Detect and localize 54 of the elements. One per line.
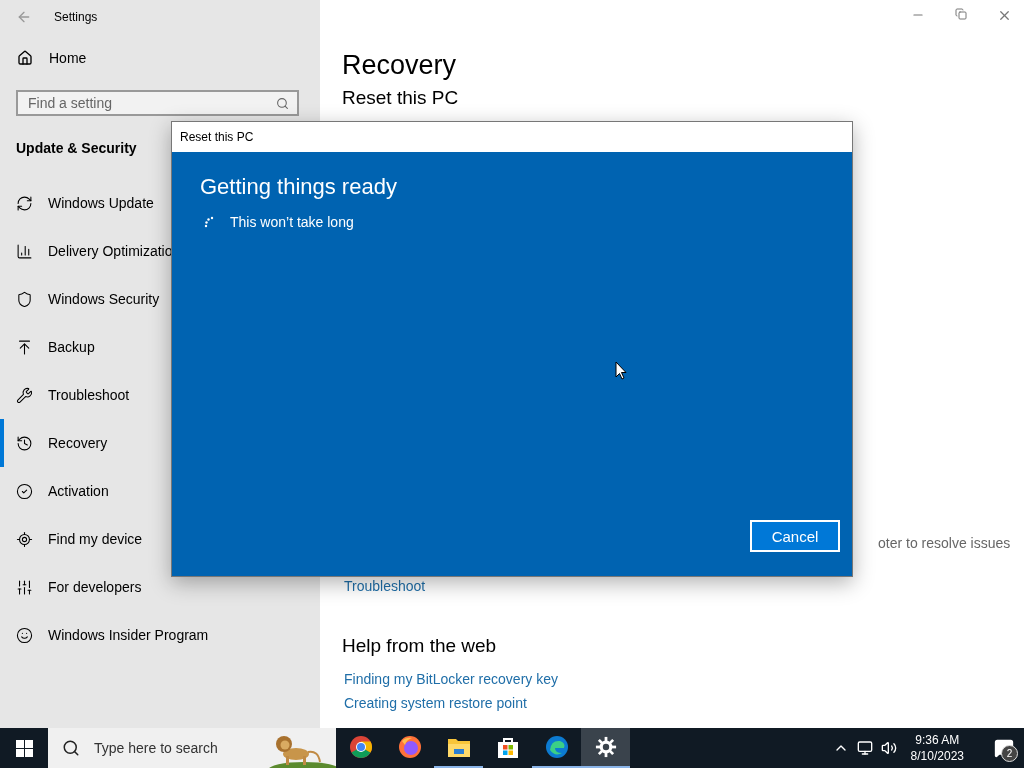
sidebar-item[interactable]: Troubleshoot: [0, 371, 320, 419]
wrench-icon: [16, 386, 33, 404]
refresh-icon: [16, 194, 33, 212]
chrome-icon: [348, 735, 373, 759]
restore-icon[interactable]: [955, 8, 967, 20]
page-title: Recovery: [342, 50, 458, 81]
description-text: oter to resolve issues: [878, 535, 1012, 551]
smile-icon: [16, 626, 33, 644]
fox-icon: [397, 735, 422, 759]
sidebar-item[interactable]: Windows Insider Program: [0, 611, 320, 659]
sidebar-item[interactable]: For developers: [0, 563, 320, 611]
windows-logo-icon: [15, 739, 33, 757]
network-icon[interactable]: [856, 740, 873, 756]
bar-chart-icon: [16, 242, 33, 260]
shopping-bag-icon: [495, 735, 520, 759]
clock[interactable]: 9:36 AM 8/10/2023: [910, 732, 964, 764]
search-field[interactable]: Find a setting: [16, 90, 299, 116]
spinner-icon: [204, 216, 216, 228]
volume-icon[interactable]: [880, 740, 897, 756]
history-icon: [16, 434, 33, 452]
section-title: Update & Security: [16, 140, 138, 156]
help-link[interactable]: Creating system restore point: [344, 695, 1024, 711]
sidebar-item[interactable]: Backup: [0, 323, 320, 371]
sidebar-item[interactable]: Delivery Optimizatio: [0, 227, 320, 275]
folder-icon: [446, 736, 471, 758]
sidebar-item[interactable]: Activation: [0, 467, 320, 515]
upload-arrow-icon: [16, 338, 33, 356]
wave-icon: [544, 735, 569, 759]
taskbar-search-field[interactable]: Type here to search: [48, 728, 336, 768]
close-icon[interactable]: [997, 8, 1012, 23]
window-title: Settings: [54, 10, 98, 24]
cursor-icon: [615, 361, 627, 380]
home-link[interactable]: Home: [49, 50, 87, 66]
status-text: This won’t take long: [230, 214, 354, 230]
section-heading: Help from the web: [342, 635, 498, 657]
notification-badge: 2: [1001, 745, 1018, 762]
troubleshoot-link[interactable]: Troubleshoot: [344, 578, 426, 594]
shield-icon: [16, 290, 33, 308]
search-icon: [276, 96, 289, 110]
sliders-icon: [16, 578, 33, 596]
sidebar-item[interactable]: Windows Security: [0, 275, 320, 323]
home-icon: [17, 50, 33, 66]
help-link[interactable]: Finding my BitLocker recovery key: [344, 671, 1024, 687]
sidebar-item[interactable]: Find my device: [0, 515, 320, 563]
dialog-heading: Getting things ready: [200, 174, 398, 200]
notification-button[interactable]: 2: [984, 728, 1024, 768]
cancel-button[interactable]: Cancel: [750, 520, 840, 552]
taskbar-app[interactable]: [581, 728, 630, 768]
dialog-title: Reset this PC: [180, 130, 254, 144]
search-icon: [62, 739, 80, 757]
section-heading: Reset this PC: [342, 87, 460, 109]
locate-icon: [16, 530, 33, 548]
check-circle-icon: [16, 482, 33, 500]
gear-icon: [594, 736, 617, 758]
